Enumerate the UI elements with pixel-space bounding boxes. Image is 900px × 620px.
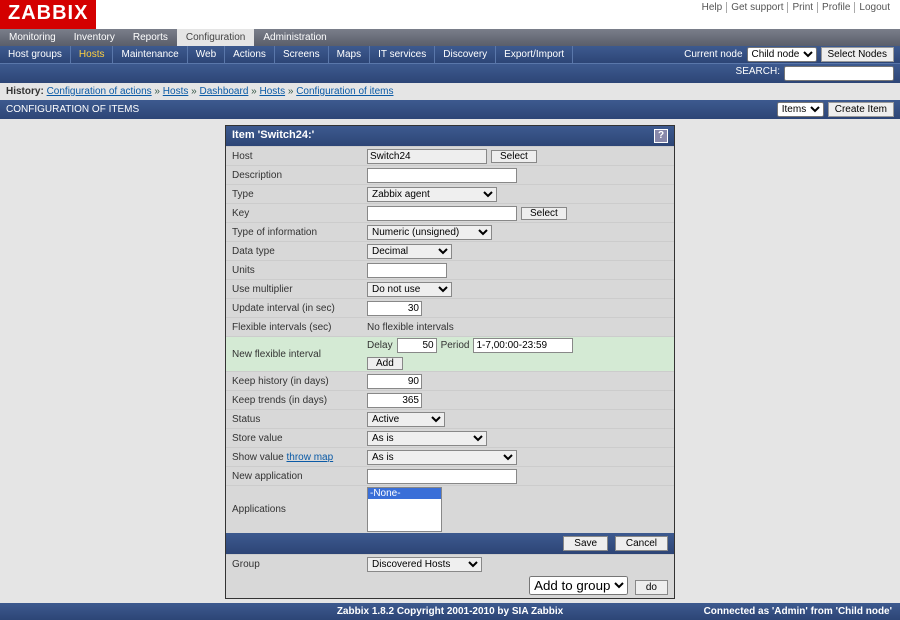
key-label: Key	[232, 208, 367, 219]
print-link[interactable]: Print	[787, 2, 817, 13]
type-select[interactable]: Zabbix agent	[367, 187, 497, 202]
submenu-itservices[interactable]: IT services	[370, 46, 435, 63]
host-select-button[interactable]: Select	[491, 150, 537, 163]
updateint-input[interactable]	[367, 301, 422, 316]
description-input[interactable]	[367, 168, 517, 183]
newflex-label: New flexible interval	[232, 349, 367, 360]
datatype-select[interactable]: Decimal	[367, 244, 452, 259]
updateint-label: Update interval (in sec)	[232, 303, 367, 314]
node-select[interactable]: Child node	[747, 47, 817, 62]
history-trail: History: Configuration of actions » Host…	[0, 83, 900, 100]
submenu-hosts[interactable]: Hosts	[71, 46, 114, 63]
history-link[interactable]: Hosts	[163, 86, 189, 97]
submenu-exportimport[interactable]: Export/Import	[496, 46, 573, 63]
type-label: Type	[232, 189, 367, 200]
multiplier-label: Use multiplier	[232, 284, 367, 295]
typeinfo-label: Type of information	[232, 227, 367, 238]
status-select[interactable]: Active	[367, 412, 445, 427]
search-label: SEARCH:	[736, 66, 780, 81]
keeptrends-input[interactable]	[367, 393, 422, 408]
search-input[interactable]	[784, 66, 894, 81]
period-label: Period	[441, 340, 470, 351]
newapp-input[interactable]	[367, 469, 517, 484]
create-item-button[interactable]: Create Item	[828, 102, 894, 117]
addgroup-select[interactable]: Add to group	[529, 576, 628, 595]
host-field[interactable]	[367, 149, 487, 164]
key-select-button[interactable]: Select	[521, 207, 567, 220]
footer-copyright: Zabbix 1.8.2 Copyright 2001-2010 by SIA …	[337, 606, 563, 617]
period-input[interactable]	[473, 338, 573, 353]
add-interval-button[interactable]: Add	[367, 357, 403, 370]
history-link[interactable]: Configuration of actions	[47, 86, 152, 97]
save-button[interactable]: Save	[563, 536, 608, 551]
keeptrends-label: Keep trends (in days)	[232, 395, 367, 406]
status-label: Status	[232, 414, 367, 425]
flexint-label: Flexible intervals (sec)	[232, 322, 367, 333]
submenu-maintenance[interactable]: Maintenance	[113, 46, 187, 63]
showvalue-label: Show value throw map	[232, 452, 367, 463]
logout-link[interactable]: Logout	[854, 2, 894, 13]
submenu-screens[interactable]: Screens	[275, 46, 329, 63]
select-nodes-button[interactable]: Select Nodes	[821, 47, 894, 62]
newapp-label: New application	[232, 471, 367, 482]
profile-link[interactable]: Profile	[817, 2, 854, 13]
units-input[interactable]	[367, 263, 447, 278]
submenu-discovery[interactable]: Discovery	[435, 46, 496, 63]
keephist-label: Keep history (in days)	[232, 376, 367, 387]
footer-connection: Connected as 'Admin' from 'Child node'	[704, 606, 892, 617]
units-label: Units	[232, 265, 367, 276]
multiplier-select[interactable]: Do not use	[367, 282, 452, 297]
main-menu: Monitoring Inventory Reports Configurati…	[0, 29, 900, 46]
storevalue-label: Store value	[232, 433, 367, 444]
typeinfo-select[interactable]: Numeric (unsigned)	[367, 225, 492, 240]
cancel-button[interactable]: Cancel	[615, 536, 668, 551]
group-label: Group	[232, 559, 367, 570]
history-link[interactable]: Dashboard	[199, 86, 248, 97]
applications-listbox[interactable]: -None-	[367, 487, 442, 532]
delay-label: Delay	[367, 340, 393, 351]
keephist-input[interactable]	[367, 374, 422, 389]
logo: ZABBIX	[0, 0, 96, 29]
menu-monitoring[interactable]: Monitoring	[0, 29, 65, 46]
group-select[interactable]: Discovered Hosts	[367, 557, 482, 572]
history-link[interactable]: Hosts	[260, 86, 286, 97]
menu-inventory[interactable]: Inventory	[65, 29, 124, 46]
submenu-actions[interactable]: Actions	[225, 46, 275, 63]
support-link[interactable]: Get support	[726, 2, 787, 13]
form-title: Item 'Switch24:'	[232, 129, 314, 143]
menu-configuration[interactable]: Configuration	[177, 29, 254, 46]
help-icon[interactable]: ?	[654, 129, 668, 143]
key-input[interactable]	[367, 206, 517, 221]
help-link[interactable]: Help	[698, 2, 727, 13]
description-label: Description	[232, 170, 367, 181]
submenu-web[interactable]: Web	[188, 46, 225, 63]
flexint-text: No flexible intervals	[367, 322, 454, 333]
sub-menu: Host groups Hosts Maintenance Web Action…	[0, 46, 573, 63]
delay-input[interactable]	[397, 338, 437, 353]
top-links: HelpGet supportPrintProfileLogout	[698, 0, 894, 13]
host-label: Host	[232, 151, 367, 162]
items-dropdown[interactable]: Items	[777, 102, 824, 117]
menu-administration[interactable]: Administration	[254, 29, 335, 46]
submenu-hostgroups[interactable]: Host groups	[0, 46, 71, 63]
node-label: Current node	[684, 49, 742, 60]
storevalue-select[interactable]: As is	[367, 431, 487, 446]
menu-reports[interactable]: Reports	[124, 29, 177, 46]
showvalue-select[interactable]: As is	[367, 450, 517, 465]
history-link[interactable]: Configuration of items	[296, 86, 393, 97]
throwmap-link[interactable]: throw map	[286, 452, 333, 463]
page-title: CONFIGURATION OF ITEMS	[6, 104, 139, 115]
submenu-maps[interactable]: Maps	[329, 46, 370, 63]
datatype-label: Data type	[232, 246, 367, 257]
item-form: Item 'Switch24:' ? Host Select Descripti…	[225, 125, 675, 599]
applications-label: Applications	[232, 504, 367, 515]
do-button[interactable]: do	[635, 580, 668, 595]
